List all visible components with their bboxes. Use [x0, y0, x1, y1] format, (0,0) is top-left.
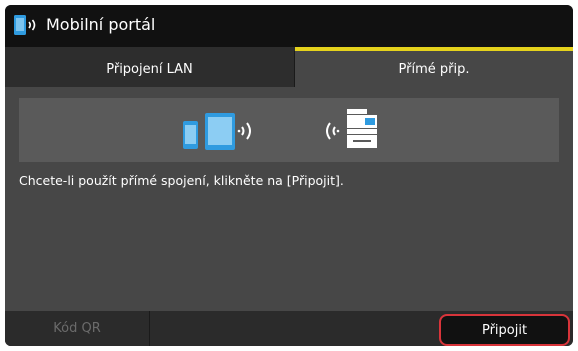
- qr-code-label: Kód QR: [53, 321, 101, 336]
- tab-direct-connection[interactable]: Přímé přip.: [295, 51, 573, 87]
- connect-label: Připojit: [481, 322, 528, 338]
- wireless-signal-icon: [237, 122, 251, 140]
- wireless-signal-icon: [326, 122, 340, 140]
- device-screen: Mobilní portál Připojení LAN Přímé přip.: [5, 5, 573, 346]
- connection-illustration: [19, 98, 559, 162]
- printer-icon: [347, 109, 377, 148]
- instruction-text: Chcete-li použít přímé spojení, klikněte…: [19, 173, 344, 188]
- qr-code-button[interactable]: Kód QR: [5, 311, 150, 346]
- tab-bar: Připojení LAN Přímé přip.: [5, 47, 573, 87]
- connect-button[interactable]: Připojit: [439, 314, 570, 346]
- tablet-icon: [205, 113, 235, 150]
- tab-lan-connection[interactable]: Připojení LAN: [5, 51, 295, 87]
- tab-direct-label: Přímé přip.: [398, 61, 470, 77]
- phone-icon: [183, 121, 198, 149]
- mobile-wireless-icon: [14, 15, 36, 35]
- page-title: Mobilní portál: [46, 15, 156, 34]
- bottom-bar: Kód QR Připojit: [5, 311, 573, 346]
- tab-lan-label: Připojení LAN: [106, 61, 193, 77]
- title-bar: Mobilní portál: [5, 5, 573, 47]
